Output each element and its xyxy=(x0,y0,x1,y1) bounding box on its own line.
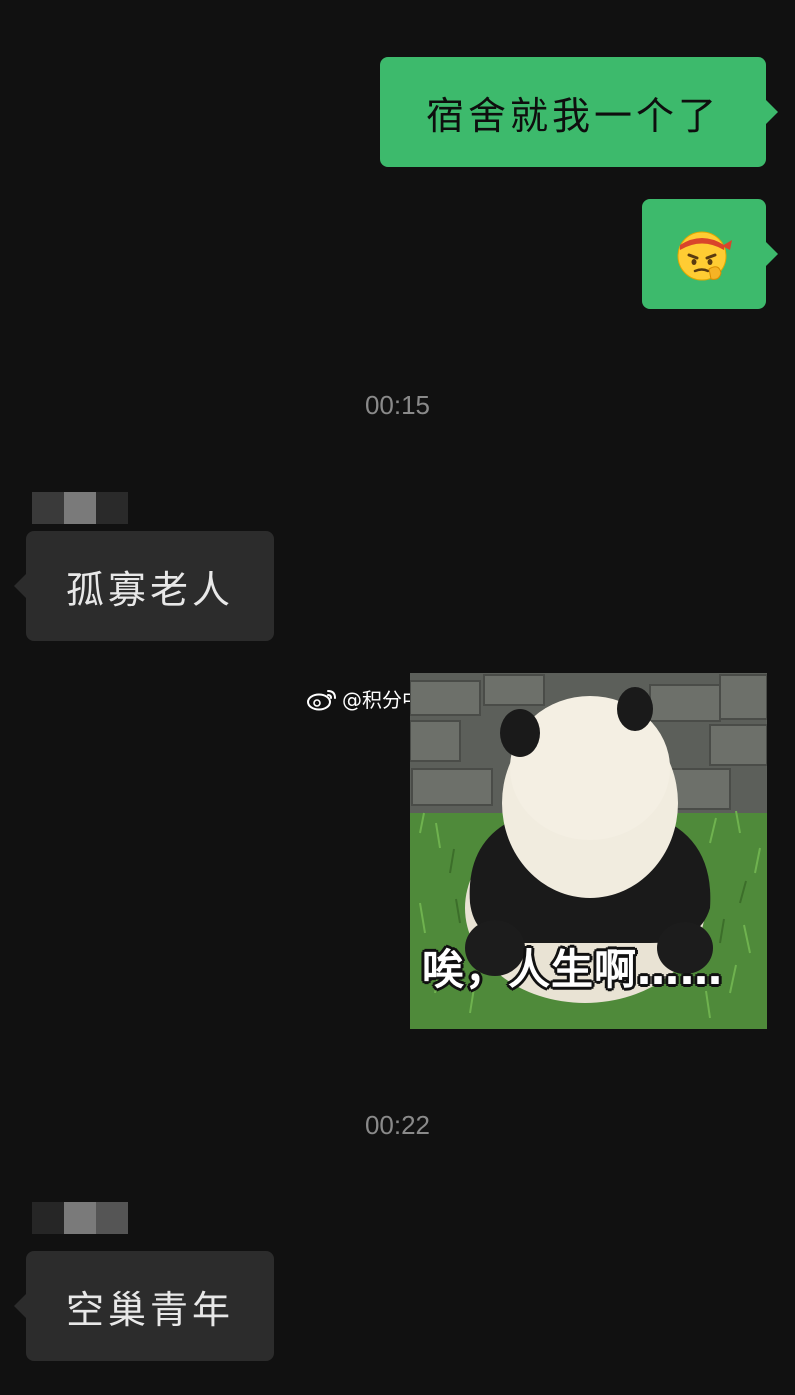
image-caption: 唉，人生啊…… xyxy=(422,945,724,994)
sent-message-bubble[interactable]: 宿舍就我一个了 xyxy=(380,57,778,167)
message-text: 空巢青年 xyxy=(65,1287,234,1332)
sender-name-blurred xyxy=(32,1202,128,1234)
bubble-tail xyxy=(14,1293,27,1319)
bubble-tail xyxy=(765,99,778,125)
message-timestamp: 00:22 xyxy=(364,1110,431,1140)
weibo-icon xyxy=(307,689,336,710)
bubble-tail xyxy=(765,241,778,267)
image-message[interactable]: 唉，人生啊…… xyxy=(410,673,767,1029)
message-timestamp: 00:15 xyxy=(364,390,431,420)
received-message-bubble[interactable]: 空巢青年 xyxy=(14,1251,274,1361)
message-text: 孤寡老人 xyxy=(65,567,234,612)
bubble-tail xyxy=(14,573,27,599)
message-text: 宿舍就我一个了 xyxy=(425,93,720,138)
sender-name-blurred xyxy=(32,492,128,524)
received-message-bubble[interactable]: 孤寡老人 xyxy=(14,531,274,641)
sent-emoji-bubble[interactable] xyxy=(642,199,778,309)
thinking-headband-emoji-icon xyxy=(675,225,733,283)
